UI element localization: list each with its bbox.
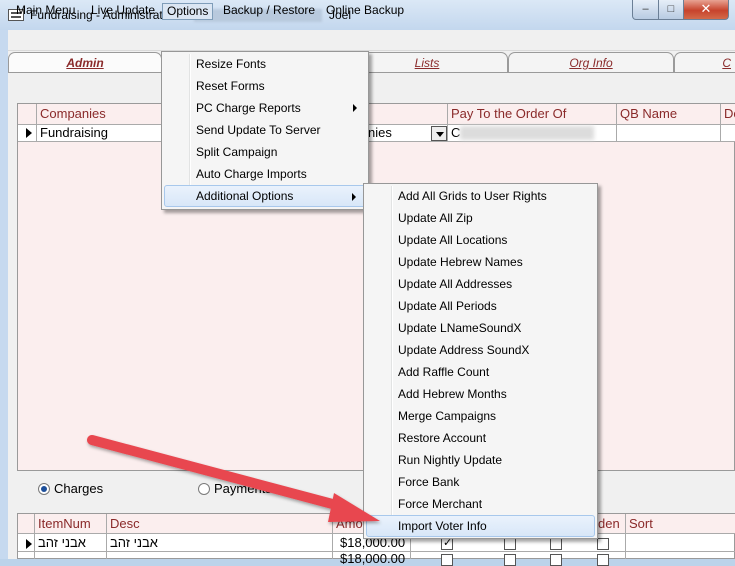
menu-item-additional-options[interactable]: Additional Options [164,185,366,207]
menu-bar [8,30,735,51]
row-checkbox[interactable] [550,554,562,566]
column-header-sort[interactable]: Sort [629,516,653,531]
row-checkbox[interactable] [504,538,516,550]
tab-more[interactable]: C [674,52,735,73]
row-checkbox[interactable] [441,536,453,550]
column-divider [106,514,107,559]
row-checkbox[interactable] [441,554,453,566]
payments-radio[interactable] [198,483,210,495]
submenu-arrow-icon [352,193,356,201]
menu-item-pc-charge-reports[interactable]: PC Charge Reports [164,97,366,119]
column-header-pay-to[interactable]: Pay To the Order Of [451,106,566,121]
column-header-hidden[interactable]: den [598,516,620,531]
column-header-de[interactable]: De [724,106,735,121]
menu-options[interactable]: Options [162,3,214,20]
submenu-item-update-all-zip[interactable]: Update All Zip [366,207,595,229]
submenu-item-update-address-soundx[interactable]: Update Address SoundX [366,339,595,361]
additional-options-submenu: Add All Grids to User Rights Update All … [363,183,598,539]
maximize-button[interactable]: □ [658,0,684,20]
submenu-item-update-all-locations[interactable]: Update All Locations [366,229,595,251]
menu-online-backup[interactable]: Online Backup [322,3,408,20]
submenu-item-import-voter-info[interactable]: Import Voter Info [366,515,595,537]
cell-company-type[interactable]: nies [368,125,392,140]
menu-backup-restore[interactable]: Backup / Restore [219,3,319,20]
row-checkbox[interactable] [550,538,562,550]
minimize-button[interactable]: – [632,0,659,20]
close-button[interactable]: ✕ [683,0,729,20]
submenu-item-force-bank[interactable]: Force Bank [366,471,595,493]
submenu-item-update-hebrew-names[interactable]: Update Hebrew Names [366,251,595,273]
cell-itemnum[interactable]: אבני זהב [38,535,86,550]
submenu-item-add-hebrew-months[interactable]: Add Hebrew Months [366,383,595,405]
column-header-itemnum[interactable]: ItemNum [38,516,91,531]
submenu-item-force-merchant[interactable]: Force Merchant [366,493,595,515]
column-header-desc[interactable]: Desc [110,516,140,531]
cell-company-name[interactable]: Fundraising [40,125,108,140]
tab-lists[interactable]: Lists [346,52,508,73]
column-divider [625,514,626,559]
tab-org-info[interactable]: Org Info [508,52,674,73]
tab-divider [8,72,735,73]
menu-item-send-update[interactable]: Send Update To Server [164,119,366,141]
menu-item-label: Additional Options [196,189,294,203]
column-header-amount[interactable]: Amo [336,516,363,531]
row-selector-icon [26,539,32,549]
submenu-item-run-nightly-update[interactable]: Run Nightly Update [366,449,595,471]
column-divider [616,104,617,142]
redacted-pay-to [460,126,594,140]
column-header-qb-name[interactable]: QB Name [620,106,677,121]
charges-radio-label[interactable]: Charges [54,481,103,496]
submenu-item-restore-account[interactable]: Restore Account [366,427,595,449]
row-checkbox[interactable] [504,554,516,566]
tab-admin[interactable]: Admin [8,52,162,73]
column-divider [36,104,37,142]
options-menu: Resize Fonts Reset Forms PC Charge Repor… [161,51,369,210]
chevron-down-icon[interactable] [431,126,447,141]
row-checkbox[interactable] [597,554,609,566]
submenu-item-add-raffle-count[interactable]: Add Raffle Count [366,361,595,383]
submenu-item-add-all-grids[interactable]: Add All Grids to User Rights [366,185,595,207]
column-divider [34,514,35,559]
menu-live-update[interactable]: Live Update [87,3,159,20]
column-divider [720,104,721,142]
column-header-companies[interactable]: Companies [40,106,106,121]
row-checkbox[interactable] [597,538,609,550]
menu-item-split-campaign[interactable]: Split Campaign [164,141,366,163]
payments-radio-label[interactable]: Payments [214,481,272,496]
submenu-item-update-all-addresses[interactable]: Update All Addresses [366,273,595,295]
row-selector-icon [26,128,32,138]
menu-item-label: PC Charge Reports [196,101,301,115]
menu-item-auto-charge-imports[interactable]: Auto Charge Imports [164,163,366,185]
submenu-item-update-all-periods[interactable]: Update All Periods [366,295,595,317]
charges-radio[interactable] [38,483,50,495]
cell-pay-to[interactable]: C [451,125,460,140]
submenu-arrow-icon [353,104,357,112]
column-divider [332,514,333,559]
menu-main-menu[interactable]: Main Menu [12,3,79,20]
menu-item-reset-forms[interactable]: Reset Forms [164,75,366,97]
menu-item-resize-fonts[interactable]: Resize Fonts [164,53,366,75]
column-divider [447,104,448,142]
submenu-item-update-lname-soundx[interactable]: Update LNameSoundX [366,317,595,339]
submenu-item-merge-campaigns[interactable]: Merge Campaigns [366,405,595,427]
cell-desc[interactable]: אבני זהב [110,535,158,550]
